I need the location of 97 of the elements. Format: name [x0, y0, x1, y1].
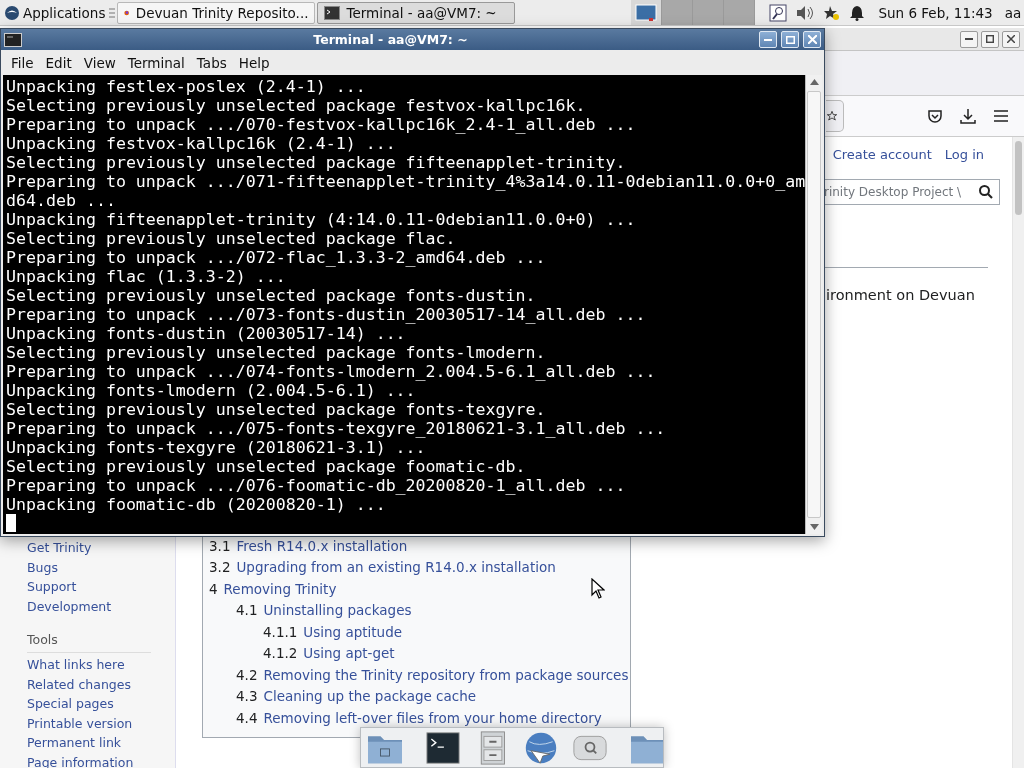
sidebar-link[interactable]: Permanent link	[27, 733, 122, 753]
terminal-icon	[324, 5, 341, 20]
toc-link[interactable]: Removing Trinity	[223, 580, 337, 597]
toc-number: 4.3	[236, 688, 258, 705]
text-cursor	[6, 514, 16, 532]
terminal-line: Preparing to unpack .../073-fonts-dustin_20030517-14_all.deb ...	[6, 305, 646, 324]
maximize-icon	[785, 35, 795, 44]
sidebar-link[interactable]: Related changes	[27, 674, 131, 694]
terminal-line: Unpacking fonts-dustin (20030517-14) ...	[6, 324, 406, 343]
toc-link[interactable]: Using apt-get	[303, 645, 395, 662]
sidebar-link[interactable]: Printable version	[27, 713, 133, 733]
sidebar-link[interactable]: Support	[27, 577, 77, 597]
mouse-pointer-icon	[591, 578, 605, 599]
scroll-up-icon[interactable]	[809, 79, 819, 85]
window-icon	[635, 3, 658, 22]
menu-item[interactable]: Tabs	[190, 54, 233, 71]
terminal-line: Selecting previously unselected package fonts-lmodern.	[6, 343, 546, 362]
terminal-line: Preparing to unpack .../072-flac_1.3.3-2_amd64.deb ...	[6, 248, 546, 267]
workspace-pager[interactable]	[631, 0, 756, 25]
sidebar-link[interactable]: Special pages	[27, 694, 114, 714]
terminal-line: Unpacking fonts-texgyre (20180621-3.1) ...	[6, 438, 426, 457]
clock[interactable]: Sun 6 Feb, 11:43	[878, 4, 993, 21]
toc-number: 3.1	[209, 537, 231, 554]
toc-number: 4.4	[236, 709, 258, 726]
menu-item[interactable]: Edit	[39, 54, 78, 71]
close-icon	[807, 35, 817, 44]
terminal-line: Selecting previously unselected package fifteenapplet-trinity.	[6, 153, 626, 172]
terminal-icon[interactable]	[423, 730, 463, 765]
terminal-line: Unpacking flac (1.3.3-2) ...	[6, 267, 286, 286]
terminal-line: Unpacking foomatic-db (20200820-1) ...	[6, 495, 386, 514]
window-title: Terminal - aa@VM7: ~	[312, 32, 469, 47]
terminal-line: Selecting previously unselected package fonts-dustin.	[6, 286, 536, 305]
toc-link[interactable]: Upgrading from an existing R14.0.x installation	[236, 559, 556, 576]
menu-item[interactable]: Help	[232, 54, 276, 71]
toc-link[interactable]: Cleaning up the package cache	[263, 688, 477, 705]
terminal-line: Unpacking fonts-lmodern (2.004.5-6.1) ...	[6, 381, 416, 400]
terminal-line: Preparing to unpack .../070-festvox-kallpc16k_2.4-1_all.deb ...	[6, 115, 636, 134]
applications-menu[interactable]: Applications	[0, 0, 110, 25]
menu-item[interactable]: View	[77, 54, 122, 71]
sidebar-link[interactable]: Development	[27, 596, 112, 616]
maximize-icon	[986, 35, 994, 43]
toc-number: 4	[209, 580, 218, 597]
scrollbar-thumb[interactable]	[807, 91, 821, 518]
menu-handle-icon	[109, 6, 116, 19]
scroll-down-icon[interactable]	[809, 524, 819, 530]
volume-icon[interactable]	[796, 4, 815, 21]
toc-link[interactable]: Uninstalling packages	[263, 602, 412, 619]
terminal-line: d64.deb ...	[6, 191, 116, 210]
terminal-line: Preparing to unpack .../075-fonts-texgyre_20180621-3.1_all.deb ...	[6, 419, 666, 438]
scrollbar-thumb[interactable]	[1015, 141, 1022, 215]
terminal-line: Unpacking festlex-poslex (2.4-1) ...	[6, 77, 366, 96]
toc-number: 4.1.1	[263, 623, 298, 640]
sidebar-link[interactable]: Get Trinity	[27, 538, 92, 558]
bell-icon[interactable]	[850, 4, 865, 21]
account-link[interactable]: Log in	[944, 145, 984, 165]
menu-icon[interactable]	[992, 107, 1010, 125]
close-icon	[1007, 35, 1015, 43]
download-icon[interactable]	[959, 107, 977, 125]
close-button[interactable]	[1002, 30, 1020, 48]
menu-item[interactable]: File	[5, 54, 40, 71]
terminal-line: Preparing to unpack .../076-foomatic-db_20200820-1_all.deb ...	[6, 476, 626, 495]
terminal-line: Preparing to unpack .../074-fonts-lmodern_2.004.5-6.1_all.deb ...	[6, 362, 656, 381]
pocket-icon[interactable]	[926, 107, 944, 125]
toc-link[interactable]: Using aptitude	[303, 623, 403, 640]
section-heading: Tools	[27, 630, 151, 653]
taskbar-button[interactable]: Devuan Trinity Reposito...	[117, 1, 316, 24]
devuan-logo-icon	[4, 4, 20, 21]
search-icon[interactable]	[978, 184, 994, 200]
taskbar-button[interactable]: Terminal - aa@VM7: ~	[317, 1, 516, 24]
maximize-button[interactable]	[981, 30, 999, 48]
toc-link[interactable]: Fresh R14.0.x installation	[236, 537, 408, 554]
minimize-icon	[965, 38, 973, 40]
terminal-line: Selecting previously unselected package fonts-texgyre.	[6, 400, 546, 419]
menu-item[interactable]: Terminal	[121, 54, 191, 71]
toc-number: 4.1.2	[263, 645, 298, 662]
toc-link[interactable]: Removing the Trinity repository from package sources	[263, 666, 629, 683]
terminal-line: Selecting previously unselected package flac.	[6, 229, 456, 248]
minimize-icon	[764, 38, 772, 41]
toc-number: 3.2	[209, 559, 231, 576]
minimize-button[interactable]	[960, 30, 978, 48]
terminal-line: Preparing to unpack .../071-fifteenapplet-trinity_4%3a14.0.11-0debian11.0.0+0_am	[6, 172, 805, 191]
terminal-line: Selecting previously unselected package foomatic-db.	[6, 457, 526, 476]
toc-link[interactable]: Removing left-over files from your home directory	[263, 709, 602, 726]
account-link[interactable]: Create account	[832, 145, 932, 165]
search-field[interactable]: rinity Desktop Project \	[824, 179, 1000, 205]
terminal-line: Unpacking festvox-kallpc16k (2.4-1) ...	[6, 134, 396, 153]
toc-number: 4.1	[236, 602, 258, 619]
toc-number: 4.2	[236, 666, 258, 683]
user-name[interactable]: aa	[1004, 4, 1022, 21]
article-text: ironment on Devuan	[826, 286, 975, 305]
sidebar-link[interactable]: Bugs	[27, 557, 58, 577]
terminal-line: Unpacking fifteenapplet-trinity (4:14.0.11-0debian11.0.0+0) ...	[6, 210, 636, 229]
sidebar-link[interactable]: What links here	[27, 655, 125, 675]
terminal-icon	[4, 32, 22, 47]
address-bar[interactable]	[826, 100, 844, 132]
search-icon[interactable]	[769, 3, 788, 22]
terminal-line: Selecting previously unselected package festvox-kallpc16k.	[6, 96, 586, 115]
